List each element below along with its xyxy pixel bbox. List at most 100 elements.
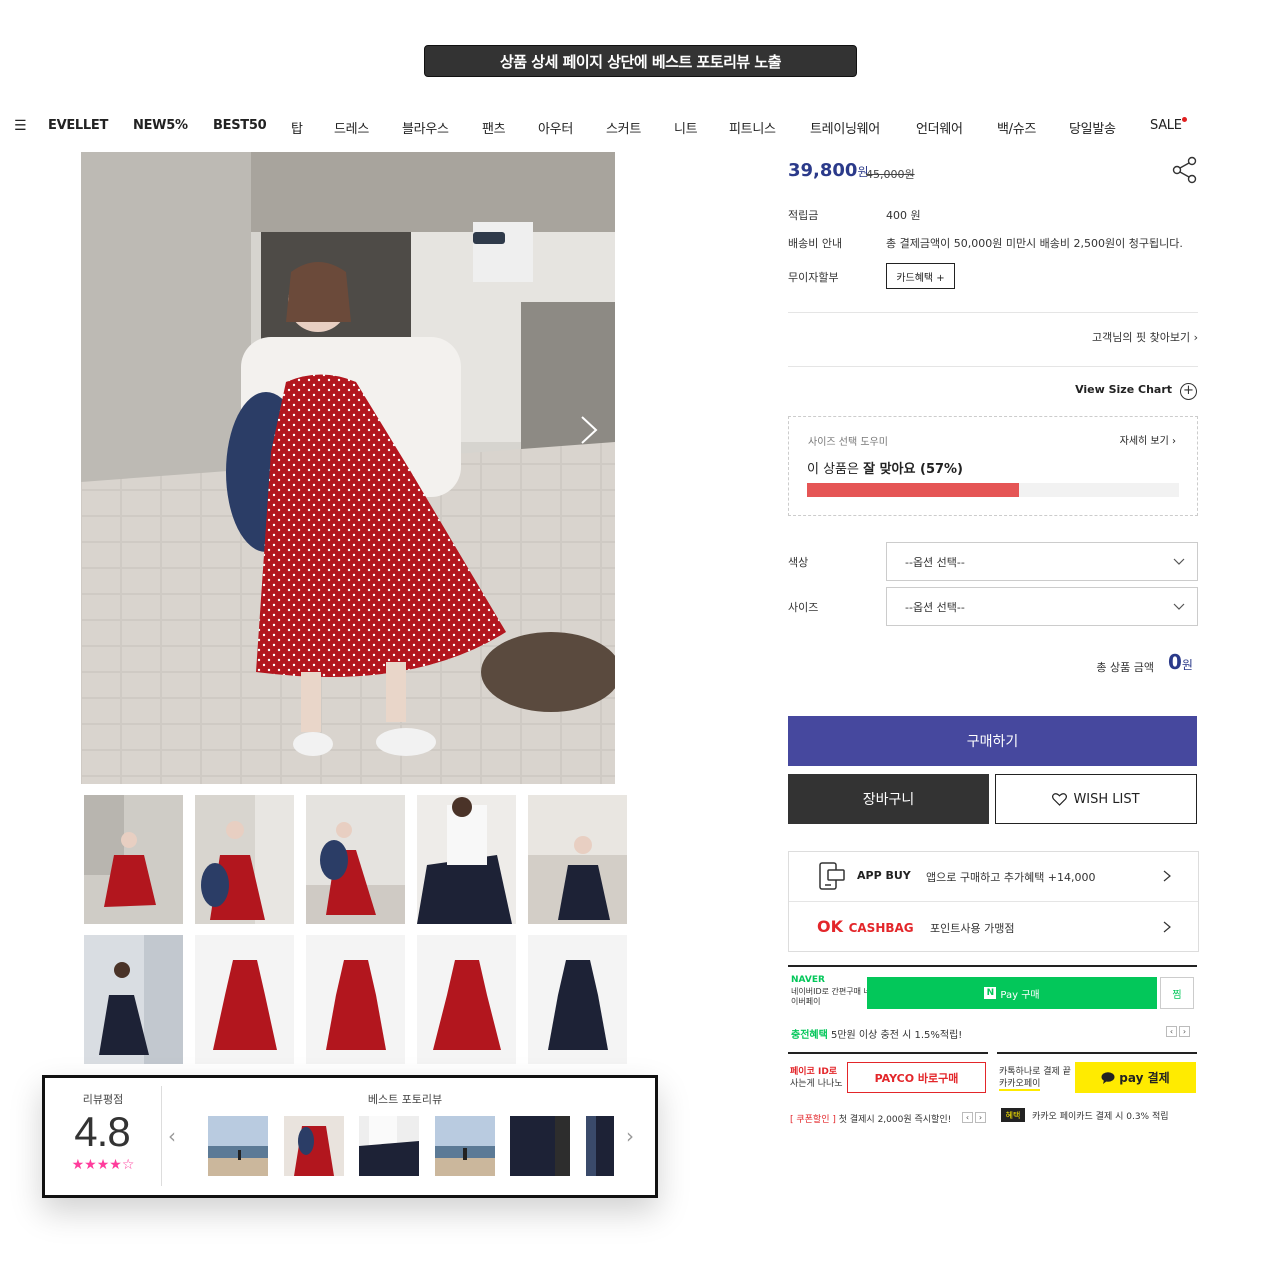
thumbnail-6[interactable] <box>84 935 183 1064</box>
fit-progress-bar <box>807 483 1179 497</box>
nav-item-blouse[interactable]: 블라우스 <box>402 118 449 137</box>
divider <box>788 965 1197 967</box>
review-photo-1[interactable] <box>208 1116 268 1176</box>
card-benefit-button[interactable]: 카드혜택 + <box>886 263 955 289</box>
nav-item-fitness[interactable]: 피트니스 <box>729 118 776 137</box>
buy-now-button[interactable]: 구매하기 <box>788 716 1197 766</box>
nav-item-sale[interactable]: SALE <box>1150 118 1182 133</box>
chevron-left-icon[interactable]: ‹ <box>168 1124 176 1148</box>
thumbnail-8[interactable] <box>306 935 405 1064</box>
nav-item-evellet[interactable]: EVELLET <box>48 118 108 133</box>
installment-label: 무이자할부 <box>788 271 839 284</box>
payco-label: 페이코 ID로 사는게 나나노 <box>790 1067 843 1089</box>
thumbnail-1[interactable] <box>84 795 183 924</box>
naver-logo: NAVER <box>791 975 825 985</box>
main-product-image[interactable] <box>81 152 615 784</box>
size-option-label: 사이즈 <box>788 601 819 614</box>
sale-price: 39,800원 <box>788 160 869 181</box>
size-select[interactable]: --옵션 선택-- <box>886 587 1198 626</box>
chevron-down-icon <box>1173 558 1185 565</box>
naver-wish-button[interactable]: 찜 <box>1160 977 1194 1009</box>
chevron-right-icon[interactable] <box>1162 870 1172 882</box>
plus-circle-icon[interactable]: + <box>1180 383 1197 400</box>
divider <box>997 1052 1197 1054</box>
review-photo-6[interactable] <box>586 1116 614 1176</box>
nav-item-knit[interactable]: 니트 <box>674 118 698 137</box>
divider <box>788 1052 988 1054</box>
nav-item-dress[interactable]: 드레스 <box>334 118 369 137</box>
speech-bubble-icon <box>1101 1071 1115 1084</box>
nav-item-underwear[interactable]: 언더웨어 <box>916 118 963 137</box>
nav-item-top[interactable]: 탑 <box>291 118 303 137</box>
callout-banner: 상품 상세 페이지 상단에 베스트 포토리뷰 노출 <box>424 45 857 77</box>
wishlist-button[interactable]: WISH LIST <box>995 774 1197 824</box>
thumbnail-10[interactable] <box>528 935 627 1064</box>
thumbnail-7[interactable] <box>195 935 294 1064</box>
thumbnail-2[interactable] <box>195 795 294 924</box>
size-chart-link[interactable]: View Size Chart <box>1000 383 1172 396</box>
original-price: 45,000원 <box>866 168 915 181</box>
payco-benefit-pager[interactable]: ‹ › <box>962 1112 986 1123</box>
thumbnail-5[interactable] <box>528 795 627 924</box>
review-photo-5[interactable] <box>510 1116 570 1176</box>
app-buy-title[interactable]: APP BUY <box>857 869 911 882</box>
best-photo-review-label: 베스트 포토리뷰 <box>367 1093 443 1106</box>
chevron-right-icon[interactable] <box>578 415 600 445</box>
points-label: 적립금 <box>788 209 819 222</box>
app-buy-desc[interactable]: 앱으로 구매하고 추가혜택 +14,000 <box>926 869 1096 885</box>
divider <box>788 312 1198 313</box>
wishlist-label: WISH LIST <box>1073 791 1140 807</box>
nav-item-skirt[interactable]: 스커트 <box>606 118 641 137</box>
kakao-benefit-badge: 혜택 <box>1001 1108 1025 1122</box>
naver-benefit-pager[interactable]: ‹ › <box>1166 1026 1190 1037</box>
naver-n-icon: N <box>984 987 997 999</box>
size-helper-title: 사이즈 선택 도우미 <box>808 437 888 448</box>
payco-buy-button[interactable]: PAYCO 바로구매 <box>847 1062 986 1093</box>
find-fit-link[interactable]: 고객님의 핏 찾아보기 › <box>1000 329 1198 345</box>
menu-icon[interactable]: ☰ <box>14 118 27 134</box>
color-select-value: --옵션 선택-- <box>905 555 965 569</box>
review-photo-4[interactable] <box>435 1116 495 1176</box>
kakao-pay-label: pay 결제 <box>1119 1071 1170 1085</box>
nav-item-outer[interactable]: 아우터 <box>538 118 573 137</box>
thumbnail-9[interactable] <box>417 935 516 1064</box>
kakao-pay-button[interactable]: pay 결제 <box>1075 1062 1196 1093</box>
chevron-right-icon[interactable]: › <box>626 1124 634 1148</box>
review-divider <box>161 1086 162 1186</box>
ok-cashbag-desc[interactable]: 포인트사용 가맹점 <box>930 920 1014 936</box>
review-rating-label: 리뷰평점 <box>82 1093 124 1106</box>
kakao-label: 카톡하나로 결제 끝 카카오페이 <box>999 1067 1071 1091</box>
review-photo-2[interactable] <box>284 1116 344 1176</box>
shipping-label: 배송비 안내 <box>788 237 843 250</box>
nav-item-best[interactable]: BEST50 <box>213 118 267 133</box>
nav-item-same-day[interactable]: 당일발송 <box>1069 118 1116 137</box>
color-select[interactable]: --옵션 선택-- <box>886 542 1198 581</box>
chevron-down-icon <box>1173 603 1185 610</box>
fit-progress-fill <box>807 483 1020 497</box>
chevron-left-icon[interactable]: ‹ <box>1166 1026 1177 1037</box>
review-score: 4.8 <box>74 1108 130 1155</box>
nav-item-bag-shoes[interactable]: 백/슈즈 <box>997 118 1036 137</box>
naver-pay-label: Pay 구매 <box>1000 989 1040 1001</box>
nav-item-pants[interactable]: 팬츠 <box>482 118 506 137</box>
sale-badge-dot <box>1182 117 1187 122</box>
shipping-value: 총 결제금액이 50,000원 미만시 배송비 2,500원이 청구됩니다. <box>886 237 1183 250</box>
divider <box>789 901 1198 902</box>
thumbnail-3[interactable] <box>306 795 405 924</box>
nav-item-new[interactable]: NEW5% <box>133 118 188 133</box>
chevron-right-icon[interactable] <box>1162 921 1172 933</box>
chevron-right-icon[interactable]: › <box>975 1112 986 1123</box>
naver-pay-button[interactable]: N Pay 구매 <box>867 977 1157 1009</box>
nav-item-training[interactable]: 트레이닝웨어 <box>810 118 880 137</box>
add-to-cart-button[interactable]: 장바구니 <box>788 774 989 824</box>
chevron-right-icon[interactable]: › <box>1179 1026 1190 1037</box>
chevron-left-icon[interactable]: ‹ <box>962 1112 973 1123</box>
star-rating-icon: ★★★★☆ <box>71 1157 135 1173</box>
fit-result-text: 이 상품은 잘 맞아요 (57%) <box>807 462 964 477</box>
review-photo-3[interactable] <box>359 1116 419 1176</box>
size-helper-detail-link[interactable]: 자세히 보기 › <box>1060 432 1176 447</box>
ok-cashbag-logo[interactable]: OK CASHBAG <box>817 917 914 936</box>
share-icon[interactable] <box>1172 156 1198 184</box>
total-price-value: 0원 <box>1168 650 1193 674</box>
thumbnail-4[interactable] <box>417 795 516 924</box>
